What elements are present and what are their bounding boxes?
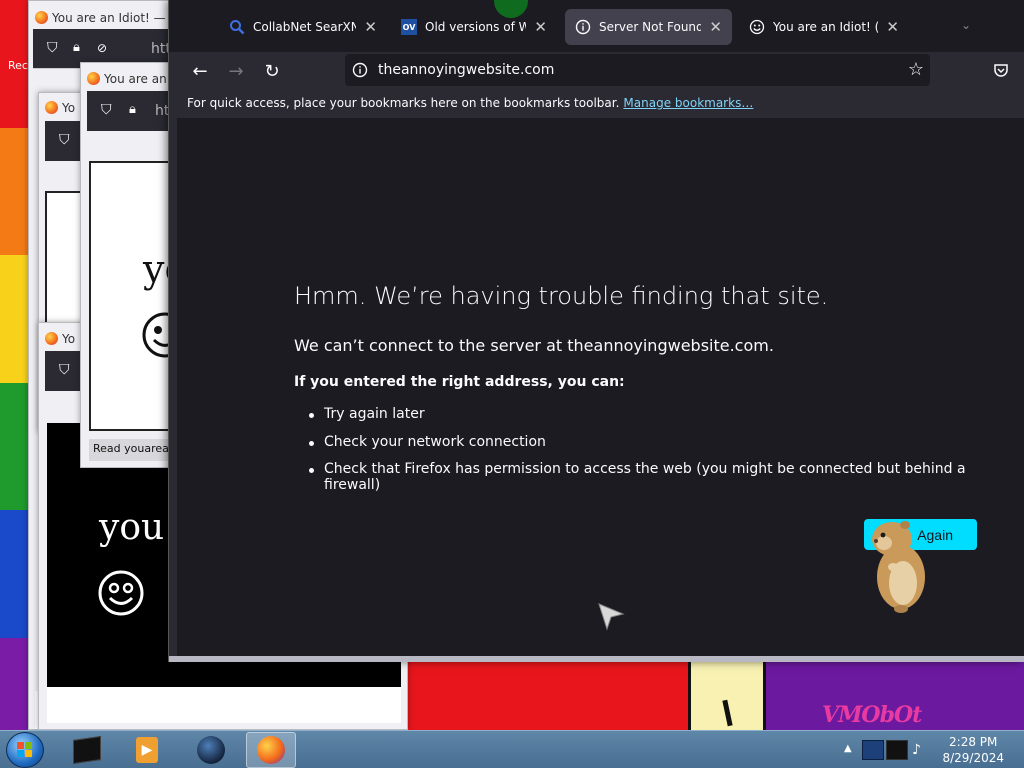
close-icon[interactable]: ✕ bbox=[709, 18, 722, 36]
tray-network-icon[interactable] bbox=[886, 740, 908, 760]
taskbar-app-firefox[interactable] bbox=[246, 732, 296, 768]
tab-label: CollabNet SearXNG bbox=[253, 20, 357, 34]
bookmarks-hint: For quick access, place your bookmarks h… bbox=[187, 96, 620, 110]
error-suggestions: Try again later Check your network conne… bbox=[309, 406, 1024, 493]
wallpaper-rainbow bbox=[0, 0, 30, 765]
info-icon[interactable] bbox=[352, 62, 368, 78]
tab-searxng[interactable]: CollabNet SearXNG ✕ bbox=[219, 9, 387, 45]
smiley-icon bbox=[749, 19, 765, 35]
lock-icon: 🔒︎ bbox=[129, 102, 136, 117]
mouse-cursor-icon bbox=[598, 603, 625, 631]
tray-app-icon[interactable] bbox=[862, 740, 884, 760]
list-item: Try again later bbox=[309, 406, 1024, 434]
popup-title: Yo bbox=[45, 332, 75, 346]
popup-title: You are an bbox=[87, 72, 167, 86]
tab-server-not-found[interactable]: Server Not Found ✕ bbox=[565, 9, 732, 45]
tracking-icon: ⊘ bbox=[97, 41, 108, 55]
nav-bar: ← → ↻ theannoyingwebsite.com ☆ bbox=[169, 52, 1024, 90]
wallpaper-logo: VMObOt bbox=[822, 702, 922, 728]
smiley-icon bbox=[98, 570, 144, 616]
firefox-icon bbox=[35, 11, 48, 24]
popup-page-text: you bbox=[99, 507, 165, 548]
popup-footer bbox=[47, 687, 401, 723]
search-icon bbox=[229, 19, 245, 35]
window-bottom-edge bbox=[169, 656, 1024, 662]
shield-icon: ⛉ bbox=[59, 132, 70, 148]
tab-label: You are an Idiot! (dot bbox=[773, 20, 878, 34]
tab-label: Old versions of Windows bbox=[425, 20, 527, 34]
clock-time: 2:28 PM bbox=[949, 735, 998, 749]
tray-arrow-icon[interactable]: ▲ bbox=[844, 743, 852, 754]
clock-date: 8/29/2024 bbox=[942, 751, 1004, 765]
tab-label: Server Not Found bbox=[599, 20, 702, 34]
windows-logo-icon bbox=[17, 742, 32, 757]
shield-icon: ⛉ bbox=[101, 102, 112, 118]
taskbar-app-terminal[interactable] bbox=[62, 732, 112, 768]
tray-speaker-icon[interactable]: ♪ bbox=[912, 742, 928, 758]
close-icon[interactable]: ✕ bbox=[534, 18, 547, 36]
bookmark-star-icon[interactable]: ☆ bbox=[908, 59, 924, 80]
popup-title: You are an Idiot! — M bbox=[35, 11, 177, 25]
terminal-icon bbox=[73, 736, 101, 764]
tab-you-are-an-idiot[interactable]: You are an Idiot! (dot ✕ bbox=[739, 9, 909, 45]
taskbar-app-media[interactable]: ▶ bbox=[122, 732, 172, 768]
page-content: Hmm. We’re having trouble finding that s… bbox=[177, 118, 1024, 656]
list-item: Check that Firefox has permission to acc… bbox=[309, 461, 1024, 493]
reload-icon[interactable]: ↻ bbox=[261, 60, 283, 82]
firefox-icon bbox=[87, 72, 100, 85]
taskbar-app-globe[interactable] bbox=[186, 732, 236, 768]
popup-body: yo bbox=[89, 161, 179, 431]
url-text: theannoyingwebsite.com bbox=[378, 62, 555, 78]
status-bar: Read youarean bbox=[89, 439, 179, 461]
error-title: Hmm. We’re having trouble finding that s… bbox=[294, 282, 829, 310]
close-icon[interactable]: ✕ bbox=[886, 18, 899, 36]
error-subtitle: If you entered the right address, you ca… bbox=[294, 374, 625, 390]
info-icon bbox=[575, 19, 591, 35]
url-bar[interactable]: theannoyingwebsite.com ☆ bbox=[345, 54, 930, 86]
media-player-icon: ▶ bbox=[136, 737, 158, 763]
bookmarks-toolbar: For quick access, place your bookmarks h… bbox=[169, 90, 1024, 118]
popup-title: Yo bbox=[45, 101, 75, 115]
list-item: Check your network connection bbox=[309, 434, 1024, 462]
close-icon[interactable]: ✕ bbox=[364, 18, 377, 36]
taskbar: ▶ ▲ ♪ 2:28 PM 8/29/2024 bbox=[0, 730, 1024, 768]
firefox-icon bbox=[257, 736, 285, 764]
error-message: We can’t connect to the server at theann… bbox=[294, 336, 774, 355]
popup-toolbar: ⛉ 🔒︎ ht bbox=[87, 91, 179, 131]
firefox-icon bbox=[45, 101, 58, 114]
tab-strip: CollabNet SearXNG ✕ OV Old versions of W… bbox=[169, 0, 1024, 52]
firefox-icon bbox=[45, 332, 58, 345]
shield-icon: ⛉ bbox=[59, 362, 70, 378]
firefox-window[interactable]: CollabNet SearXNG ✕ OV Old versions of W… bbox=[168, 0, 1024, 662]
forward-icon[interactable]: → bbox=[225, 60, 247, 82]
hamster-icon bbox=[872, 521, 925, 613]
back-icon[interactable]: ← bbox=[189, 60, 211, 82]
ov-icon: OV bbox=[401, 19, 417, 35]
pocket-icon[interactable] bbox=[993, 62, 1009, 78]
popup-window-2[interactable]: You are an ⛉ 🔒︎ ht yo Read youarean bbox=[80, 62, 180, 468]
globe-icon bbox=[197, 736, 225, 764]
start-button[interactable] bbox=[6, 732, 44, 768]
lock-icon: 🔒︎ bbox=[73, 40, 80, 55]
manage-bookmarks-link[interactable]: Manage bookmarks… bbox=[623, 96, 753, 110]
wallpaper-red-block bbox=[405, 660, 690, 730]
tab-old-windows[interactable]: OV Old versions of Windows ✕ bbox=[391, 9, 557, 45]
list-all-tabs-icon[interactable]: ⌄ bbox=[961, 18, 971, 32]
shield-icon: ⛉ bbox=[47, 40, 58, 56]
desktop-clipped-text: Rec bbox=[8, 59, 28, 72]
clock[interactable]: 2:28 PM 8/29/2024 bbox=[942, 734, 1004, 766]
